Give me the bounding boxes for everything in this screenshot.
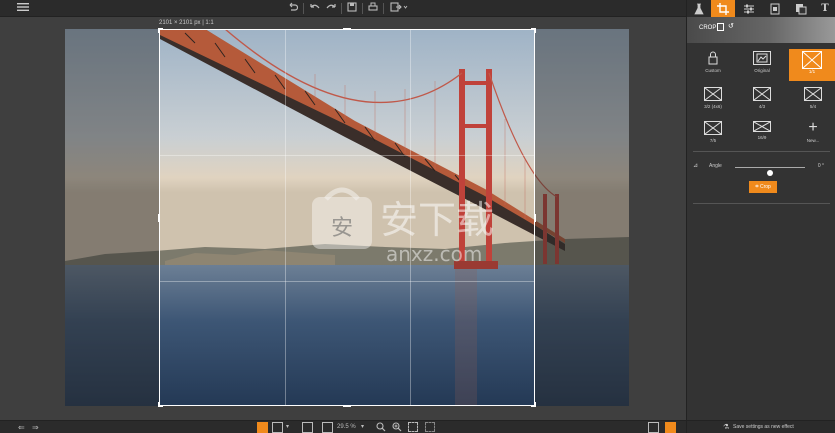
svg-text:安: 安 — [331, 216, 353, 241]
fit-icon[interactable] — [322, 422, 333, 433]
compare-icon[interactable] — [302, 422, 313, 433]
image-icon — [753, 51, 771, 65]
watermark-text: 安下载 — [380, 198, 494, 242]
preset-1-1[interactable]: 1/1 — [789, 49, 835, 81]
angle-control: ⊿ Angle 0 ° — [693, 161, 830, 176]
tab-adjust[interactable] — [737, 0, 761, 17]
crop-handle-top-right[interactable] — [531, 28, 536, 33]
crop-grid-line — [160, 155, 534, 156]
angle-slider-knob[interactable] — [767, 170, 773, 176]
view-split-icon[interactable] — [272, 422, 283, 433]
panel-tabs: T — [687, 0, 835, 17]
flask-icon: ⚗ — [723, 424, 730, 431]
crop-handle-top[interactable] — [343, 28, 351, 33]
preset-label: 4/3 — [758, 104, 766, 109]
app-window: 2101 × 2101 px | 1:1 安 安下载 anxz.com ⇐ ⇒ … — [0, 0, 835, 433]
panel-title: CROP — [699, 25, 717, 31]
top-toolbar — [0, 0, 686, 17]
crop-grid-line — [285, 30, 286, 405]
zoom-in-icon[interactable] — [392, 422, 402, 433]
preset-custom[interactable]: Custom — [693, 49, 733, 81]
tab-crop[interactable] — [711, 0, 735, 17]
preset-label: New... — [806, 138, 820, 143]
zoom-actual-icon[interactable] — [425, 422, 435, 432]
print-icon[interactable] — [367, 2, 379, 15]
preset-new[interactable]: + New... — [793, 119, 833, 151]
preset-label: 3/2 (4x6) — [704, 104, 722, 109]
preset-label: 7/5 — [709, 138, 717, 143]
panel-footer: ⚗ Save settings as new effect — [687, 420, 835, 433]
angle-slider[interactable] — [735, 167, 805, 176]
preset-label: 16/9 — [757, 135, 767, 140]
tab-layers[interactable] — [763, 0, 787, 17]
angle-value: 0 ° — [817, 163, 824, 169]
chevron-down-icon[interactable]: ▾ — [286, 422, 289, 433]
crop-ratio-icon — [802, 51, 822, 69]
lock-icon — [704, 51, 722, 65]
crop-handle-bottom-left[interactable] — [158, 402, 163, 407]
divider — [693, 151, 830, 152]
preset-5-4[interactable]: 5/4 — [793, 85, 833, 117]
crop-ratio-icon — [704, 121, 722, 135]
crop-ratio-icon — [804, 87, 822, 101]
crop-ratio-icon — [753, 121, 771, 132]
crop-icon: ⌗ — [755, 184, 759, 190]
undo-icon[interactable] — [309, 2, 321, 15]
zoom-level[interactable]: 29.5 % — [337, 422, 356, 433]
redo-icon[interactable] — [325, 2, 337, 15]
crop-button-label: Crop — [759, 184, 771, 190]
preset-3-2[interactable]: 3/2 (4x6) — [693, 85, 733, 117]
watermark-subtext: anxz.com — [386, 242, 482, 266]
nav-forward-icon[interactable]: ⇒ — [32, 422, 39, 433]
filmstrip-icon[interactable] — [648, 422, 659, 433]
zoom-fit-icon[interactable] — [408, 422, 418, 432]
crop-handle-right[interactable] — [531, 214, 536, 222]
crop-ratio-icon — [704, 87, 722, 101]
angle-icon: ⊿ — [693, 163, 699, 169]
preset-save-icon[interactable] — [717, 23, 724, 31]
preset-4-3[interactable]: 4/3 — [742, 85, 782, 117]
watermark: 安 安下载 anxz.com — [310, 187, 530, 267]
angle-label: Angle — [709, 163, 722, 169]
preset-label: Original — [754, 68, 770, 73]
crop-button[interactable]: ⌗ Crop — [749, 181, 777, 193]
preset-16-9[interactable]: 16/9 — [742, 119, 782, 151]
crop-grid-line — [160, 281, 534, 282]
panel-header: CROP ↺ — [687, 17, 835, 43]
preset-label: Custom — [705, 68, 721, 73]
menu-icon[interactable] — [16, 2, 30, 15]
divider — [693, 203, 830, 204]
preset-7-5[interactable]: 7/5 — [693, 119, 733, 151]
undo-history-icon[interactable] — [287, 2, 299, 15]
preset-original[interactable]: Original — [742, 49, 782, 81]
tab-copy[interactable] — [789, 0, 813, 17]
crop-dimensions-label: 2101 × 2101 px | 1:1 — [159, 20, 214, 26]
panel-toggle-icon[interactable] — [665, 422, 676, 433]
preset-label: 1/1 — [808, 69, 816, 74]
preset-label: 5/4 — [809, 104, 817, 109]
save-icon[interactable] — [346, 2, 358, 15]
bottom-toolbar: ⇐ ⇒ ▾ 29.5 % ▾ — [0, 420, 686, 433]
nav-back-icon[interactable]: ⇐ — [18, 422, 25, 433]
tab-effects[interactable] — [687, 0, 711, 17]
plus-icon: + — [808, 119, 818, 136]
view-single-icon[interactable] — [257, 422, 268, 433]
crop-handle-left[interactable] — [158, 214, 163, 222]
crop-handle-bottom-right[interactable] — [531, 402, 536, 407]
crop-handle-bottom[interactable] — [343, 402, 351, 407]
chevron-down-icon[interactable]: ▾ — [361, 422, 364, 433]
save-settings-link[interactable]: Save settings as new effect — [733, 424, 794, 430]
image-canvas[interactable]: 2101 × 2101 px | 1:1 安 安下载 anxz.com — [0, 17, 686, 420]
reset-icon[interactable]: ↺ — [728, 22, 734, 30]
right-panel: T CROP ↺ Custom Original 1/1 3/2 (4x6) 4… — [686, 0, 835, 433]
crop-outside-shade-left — [65, 29, 159, 406]
crop-ratio-icon — [753, 87, 771, 101]
tab-text[interactable]: T — [813, 0, 835, 17]
zoom-out-icon[interactable] — [376, 422, 386, 433]
export-icon[interactable] — [389, 2, 409, 15]
crop-handle-top-left[interactable] — [158, 28, 163, 33]
crop-outside-shade-right — [535, 29, 629, 406]
